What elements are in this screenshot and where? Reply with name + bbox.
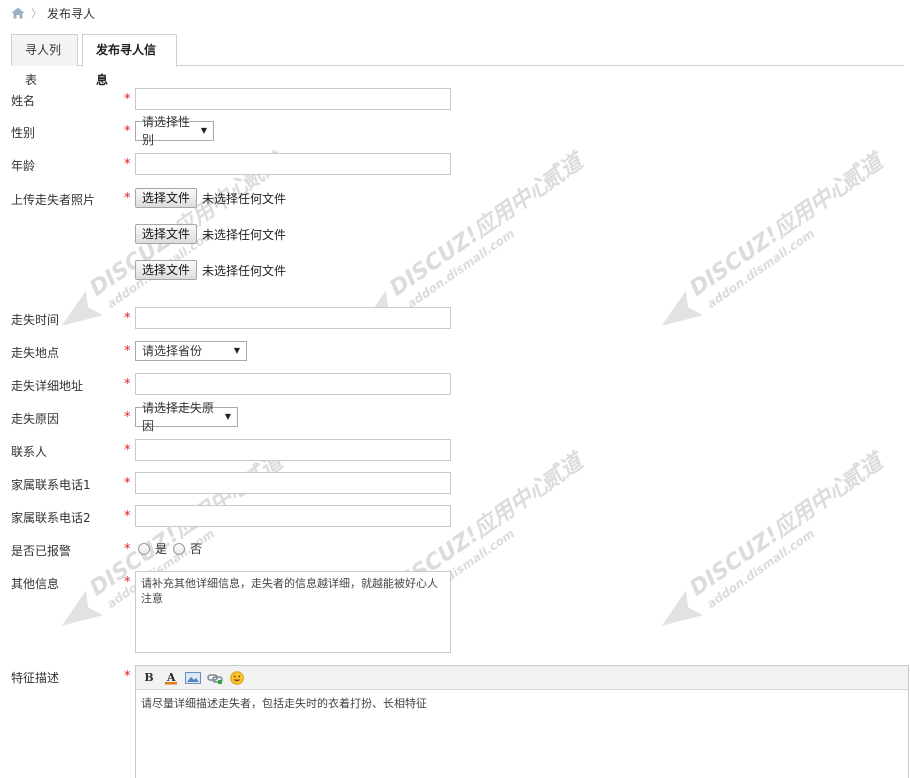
svg-text:DISCUZ!应用中心: DISCUZ!应用中心 (685, 471, 857, 602)
choose-file-button[interactable]: 选择文件 (135, 188, 198, 208)
breadcrumb-current: 发布寻人 (47, 6, 96, 21)
svg-text:addon.dismall.com: addon.dismall.com (704, 226, 817, 311)
required-mark: * (124, 575, 131, 590)
form-row-gender: 性别 * 请选择性别 ▼ (11, 115, 471, 147)
choose-file-button[interactable]: 选择文件 (135, 224, 198, 244)
required-mark: * (124, 344, 131, 359)
file-status: 未选择任何文件 (202, 191, 287, 206)
required-mark: * (124, 124, 131, 139)
svg-text:DISCUZ!应用中心: DISCUZ!应用中心 (685, 171, 857, 302)
file-status: 未选择任何文件 (202, 263, 287, 278)
lost-reason-select-value: 请选择走失原因 (142, 401, 215, 433)
svg-text:贰道: 贰道 (536, 447, 590, 496)
choose-file-button[interactable]: 选择文件 (135, 260, 198, 280)
features-rich-editor: B A 请尽量详细描述走失者，包括走失时的衣着打扮、长相特征 (135, 665, 909, 778)
svg-text:贰道: 贰道 (836, 147, 890, 196)
reported-label: 是否已报警 (11, 544, 72, 558)
image-icon[interactable] (185, 670, 201, 686)
svg-text:贰道: 贰道 (536, 147, 590, 196)
features-editor-body[interactable]: 请尽量详细描述走失者，包括走失时的衣着打扮、长相特征 (136, 690, 908, 716)
name-input[interactable] (135, 88, 451, 110)
lost-reason-label: 走失原因 (11, 412, 60, 426)
breadcrumb: 〉 发布寻人 (11, 6, 96, 21)
chevron-down-icon: ▼ (200, 126, 207, 135)
file-status: 未选择任何文件 (202, 227, 287, 242)
reported-radio-group: 是 否 (138, 540, 208, 557)
phone2-label: 家属联系电话2 (11, 511, 91, 525)
reported-no-label[interactable]: 否 (190, 540, 202, 557)
required-mark: * (124, 509, 131, 524)
form-row-name: 姓名 * (11, 88, 471, 110)
form-row-reported: 是否已报警 * 是 否 (11, 538, 471, 560)
editor-toolbar: B A (136, 666, 908, 690)
lost-address-label: 走失详细地址 (11, 379, 84, 393)
gender-select-value: 请选择性别 (142, 115, 191, 147)
tab-bar: 寻人列表 发布寻人信息 (11, 34, 904, 87)
other-info-label: 其他信息 (11, 577, 60, 591)
svg-text:addon.dismall.com: addon.dismall.com (704, 526, 817, 611)
svg-text:贰道: 贰道 (836, 447, 890, 496)
home-icon[interactable] (11, 7, 25, 19)
features-label: 特征描述 (11, 671, 60, 685)
contact-label: 联系人 (11, 445, 48, 459)
phone1-input[interactable] (135, 472, 451, 494)
province-select[interactable]: 请选择省份 ▼ (135, 341, 247, 361)
reported-yes-radio[interactable] (138, 542, 150, 555)
other-info-textarea[interactable]: 请补充其他详细信息，走失者的信息越详细，就越能被好心人注意 (135, 571, 451, 653)
required-mark: * (124, 92, 131, 107)
form-row-lost-reason: 走失原因 * 请选择走失原因 ▼ (11, 401, 471, 433)
bold-icon[interactable]: B (141, 670, 157, 686)
file-upload-2: 选择文件 未选择任何文件 (135, 224, 286, 244)
reported-no-radio[interactable] (173, 542, 186, 555)
file-upload-1: 选择文件 未选择任何文件 (135, 188, 286, 208)
name-label: 姓名 (11, 94, 36, 108)
lost-address-input[interactable] (135, 373, 451, 395)
contact-input[interactable] (135, 439, 451, 461)
lost-time-input[interactable] (135, 307, 451, 329)
tab-post-lost-info[interactable]: 发布寻人信息 (82, 34, 177, 87)
emoji-icon[interactable] (229, 670, 245, 686)
reported-yes-label[interactable]: 是 (155, 540, 167, 557)
form-row-other-info: 其他信息 * 请补充其他详细信息，走失者的信息越详细，就越能被好心人注意 (11, 571, 471, 655)
form-row-lost-address: 走失详细地址 * (11, 373, 471, 395)
link-icon[interactable] (207, 670, 223, 686)
file-upload-3: 选择文件 未选择任何文件 (135, 260, 286, 280)
age-label: 年龄 (11, 159, 36, 173)
required-mark: * (124, 377, 131, 392)
photo-label: 上传走失者照片 (11, 193, 96, 207)
required-mark: * (124, 669, 131, 684)
required-mark: * (124, 191, 131, 206)
lost-reason-select[interactable]: 请选择走失原因 ▼ (135, 401, 238, 433)
gender-label: 性别 (11, 126, 36, 140)
chevron-down-icon: ▼ (224, 412, 231, 421)
required-mark: * (124, 410, 131, 425)
required-mark: * (124, 311, 131, 326)
form-row-lost-time: 走失时间 * (11, 307, 471, 329)
province-select-value: 请选择省份 (142, 344, 203, 358)
chevron-down-icon: ▼ (233, 346, 240, 355)
form-row-contact: 联系人 * (11, 439, 471, 461)
required-mark: * (124, 157, 131, 172)
age-input[interactable] (135, 153, 451, 175)
form-row-phone1: 家属联系电话1 * (11, 472, 471, 494)
font-color-icon[interactable]: A (163, 670, 179, 686)
lost-place-label: 走失地点 (11, 346, 60, 360)
phone2-input[interactable] (135, 505, 451, 527)
form-row-features: 特征描述 * B A 请尽量详细描述走失者，包括走失时的衣着打扮、长相特征 (11, 665, 910, 778)
phone1-label: 家属联系电话1 (11, 478, 91, 492)
lost-time-label: 走失时间 (11, 313, 60, 327)
required-mark: * (124, 443, 131, 458)
form-row-age: 年龄 * (11, 153, 471, 175)
required-mark: * (124, 542, 131, 557)
gender-select[interactable]: 请选择性别 ▼ (135, 115, 214, 147)
breadcrumb-separator-icon: 〉 (31, 7, 42, 20)
form-row-lost-place: 走失地点 * 请选择省份 ▼ (11, 340, 471, 362)
tab-lost-list[interactable]: 寻人列表 (11, 34, 78, 87)
form-row-phone2: 家属联系电话2 * (11, 505, 471, 527)
svg-text:addon.dismall.com: addon.dismall.com (404, 226, 517, 311)
required-mark: * (124, 476, 131, 491)
